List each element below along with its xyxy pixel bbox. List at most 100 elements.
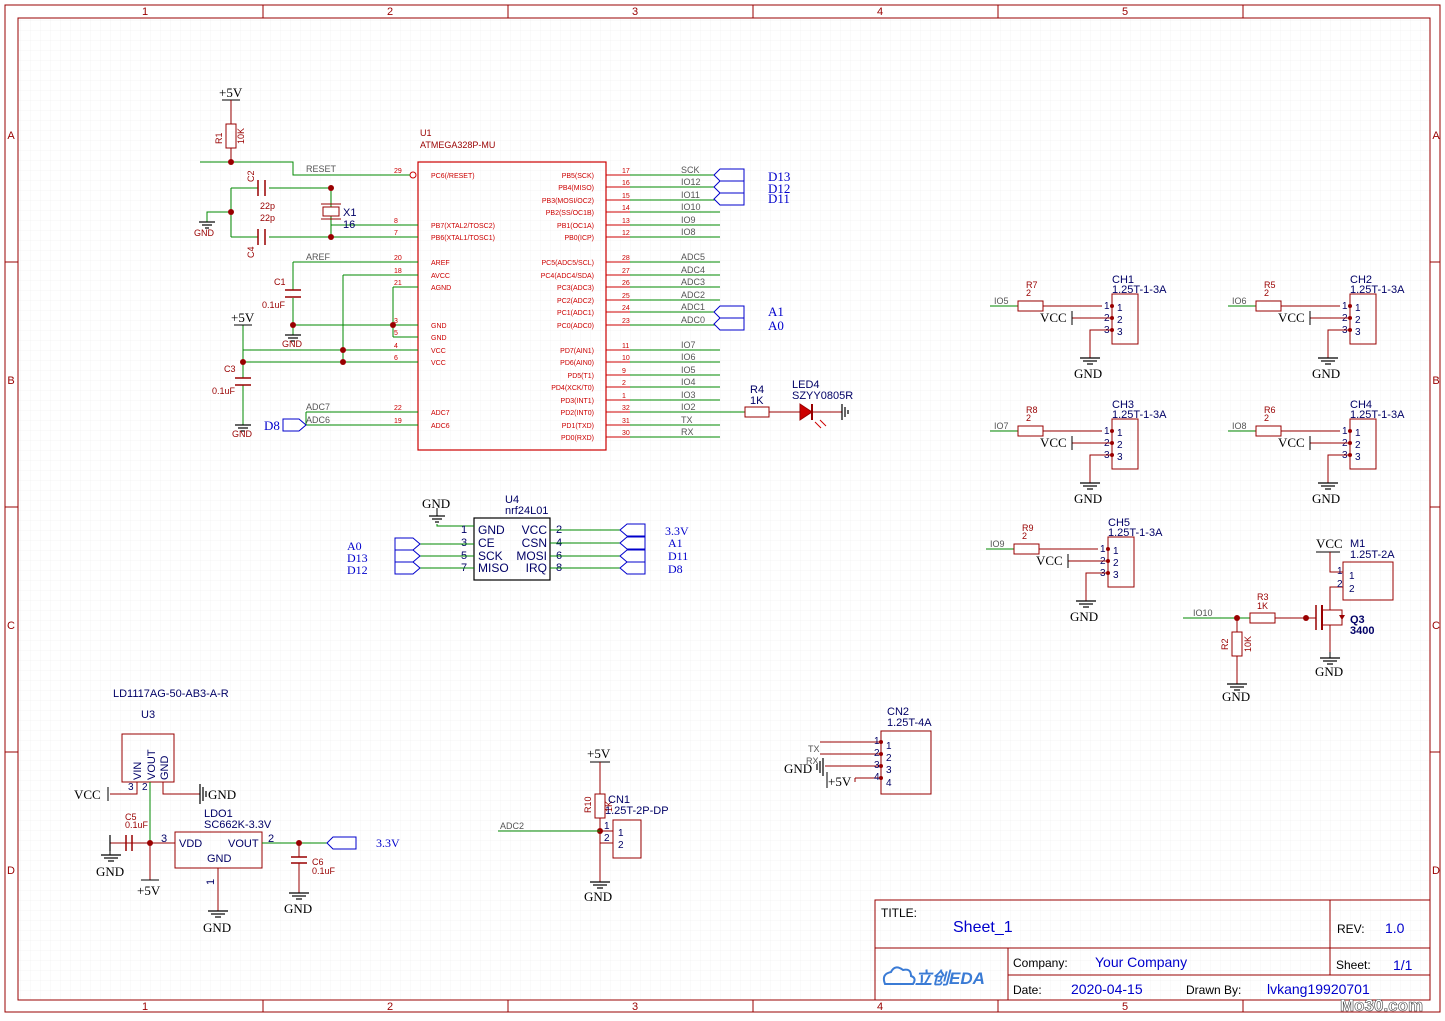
net-label: IO12 — [681, 177, 701, 187]
u3-gnd: GND — [208, 787, 236, 802]
svg-text:2: 2 — [1355, 315, 1361, 326]
q3-gnd: GND — [1315, 664, 1343, 679]
u4-port-d12: D12 — [347, 563, 368, 577]
net-label: IO6 — [681, 352, 696, 362]
net-label: ADC2 — [681, 290, 705, 300]
c6-gnd: GND — [284, 901, 312, 916]
svg-text:1: 1 — [1100, 544, 1106, 555]
schematic-sheet: 1 2 3 4 5 1 2 3 4 5 A B C D A B C D U1 A… — [0, 0, 1445, 1016]
channel-net: IO9 — [990, 539, 1005, 549]
pin-number: 4 — [394, 343, 398, 350]
net-label: ADC1 — [681, 302, 705, 312]
connector-part: 1.25T-1-3A — [1112, 409, 1167, 421]
svg-text:3: 3 — [128, 782, 134, 793]
u4-pin-number: 1 — [461, 524, 467, 536]
pin-name: PD5(T1) — [568, 373, 594, 380]
svg-text:1: 1 — [1349, 571, 1355, 582]
col-label: 4 — [877, 6, 883, 18]
c5-gnd: GND — [96, 864, 124, 879]
svg-text:1: 1 — [604, 821, 610, 832]
m1-part: 1.25T-2A — [1350, 549, 1395, 561]
pin-number: 8 — [394, 218, 398, 225]
net-label: IO4 — [681, 377, 696, 387]
u4-pin-name: IRQ — [526, 561, 547, 575]
svg-text:2: 2 — [618, 840, 624, 851]
net-label: IO3 — [681, 390, 696, 400]
pin-number: 12 — [622, 230, 630, 237]
c4-ref: C4 — [246, 246, 256, 258]
col-label: 1 — [142, 1001, 148, 1013]
pin-name: PC0(ADC0) — [557, 323, 594, 330]
cn2-part: 1.25T-4A — [887, 717, 932, 729]
pin-name: ADC7 — [431, 410, 450, 417]
channel-net: IO5 — [994, 296, 1009, 306]
u4-gnd-label: GND — [422, 496, 450, 511]
pin-number: 23 — [622, 318, 630, 325]
pin-number: 24 — [622, 305, 630, 312]
u4-pin-name: CE — [478, 536, 495, 550]
svg-text:2: 2 — [1113, 558, 1119, 569]
pin-number: 27 — [622, 268, 630, 275]
ldo-gnd: GND — [203, 920, 231, 935]
pin-number: 26 — [622, 280, 630, 287]
pin-number: 31 — [622, 418, 630, 425]
svg-text:2: 2 — [1355, 440, 1361, 451]
connector-part: 1.25T-1-3A — [1112, 284, 1167, 296]
u1-part: ATMEGA328P-MU — [420, 140, 495, 150]
u3-ref: U3 — [141, 709, 155, 721]
channel-vcc: VCC — [1036, 553, 1063, 568]
svg-text:1: 1 — [1104, 301, 1110, 312]
pin-name: PB3(MOSI/OC2) — [542, 198, 594, 205]
svg-text:1: 1 — [1355, 428, 1361, 439]
pin-name: PD7(AIN1) — [560, 348, 594, 355]
pin-name: AGND — [431, 285, 451, 292]
svg-text:1: 1 — [1117, 428, 1123, 439]
svg-text:2: 2 — [1117, 440, 1123, 451]
svg-text:1: 1 — [874, 736, 880, 747]
channel-gnd: GND — [1312, 491, 1340, 506]
r1-ref: R1 — [214, 132, 224, 144]
ldo1-vout: VOUT — [228, 838, 259, 850]
m1-vcc: VCC — [1316, 536, 1343, 551]
gnd2-label: GND — [282, 339, 303, 349]
d8-port-label: D8 — [264, 418, 280, 433]
u1-ref: U1 — [420, 128, 432, 138]
r2-ref: R2 — [1220, 638, 1230, 650]
pin-name: GND — [431, 323, 447, 330]
svg-text:2: 2 — [142, 782, 148, 793]
pin-name: AVCC — [431, 273, 450, 280]
r3-resistor — [1249, 612, 1276, 624]
net-label: IO11 — [681, 190, 700, 200]
u4-part: nrf24L01 — [505, 505, 548, 517]
pin-name: PB1(OC1A) — [557, 223, 594, 230]
pin-name: PC6(/RESET) — [431, 173, 475, 180]
channel-gnd: GND — [1312, 366, 1340, 381]
pin-number: 10 — [622, 355, 630, 362]
svg-text:3: 3 — [874, 760, 880, 771]
resistor-value: 2 — [1264, 288, 1269, 298]
net-label: IO5 — [681, 365, 696, 375]
pin-number: 13 — [622, 218, 630, 225]
u4-pin-name: MISO — [478, 561, 509, 575]
drawn-label: Drawn By: — [1186, 983, 1241, 997]
svg-text:2: 2 — [604, 833, 610, 844]
pin-number: 19 — [394, 418, 402, 425]
net-label: IO8 — [681, 227, 696, 237]
ldo1-vdd: VDD — [179, 838, 202, 850]
pin-number: 2 — [622, 380, 626, 387]
pin-name: PD0(RXD) — [561, 435, 594, 442]
cn2-gnd: GND — [784, 761, 812, 776]
net-label: ADC4 — [681, 265, 705, 275]
svg-text:2: 2 — [874, 748, 880, 759]
led4-value: SZYY0805R — [792, 390, 853, 402]
x1-ref: X1 — [343, 207, 356, 219]
row-label: A — [1432, 130, 1440, 142]
pin-number: 20 — [394, 255, 402, 262]
channel-gnd: GND — [1074, 366, 1102, 381]
cn1-gnd: GND — [584, 889, 612, 904]
pin-number: 14 — [622, 205, 630, 212]
u3-pin-gnd: GND — [159, 756, 171, 781]
svg-text:1: 1 — [1355, 303, 1361, 314]
svg-text:1: 1 — [1104, 426, 1110, 437]
r2-gnd: GND — [1222, 689, 1250, 704]
